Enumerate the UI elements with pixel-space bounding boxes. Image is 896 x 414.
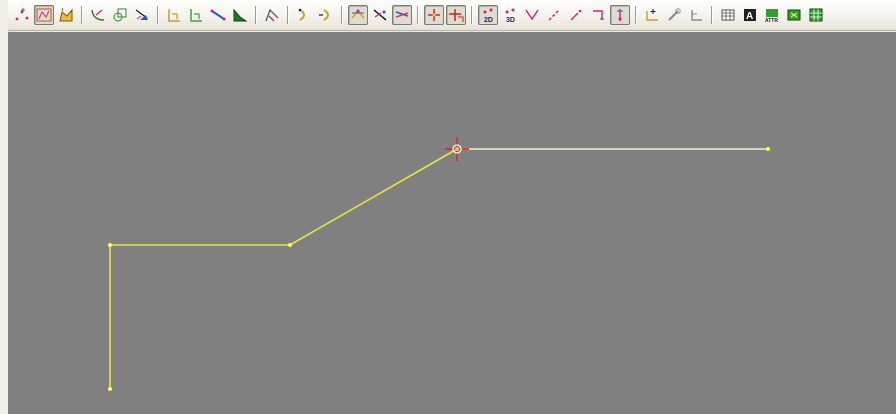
rectangle-tool[interactable] [164, 5, 184, 25]
line-segment-icon [210, 7, 226, 23]
attributes-tool[interactable]: ATTR [762, 5, 782, 25]
pen-tool[interactable] [664, 5, 684, 25]
svg-text:3D: 3D [506, 17, 515, 23]
grid-tool[interactable] [806, 5, 826, 25]
insert-vertex-icon [612, 7, 628, 23]
snap-line-icon [394, 7, 410, 23]
digitize-curve-tool[interactable] [88, 5, 108, 25]
edit-vertices-icon [134, 7, 150, 23]
select-by-attribute-tool[interactable] [784, 5, 804, 25]
rectangle-icon [166, 7, 182, 23]
add-node-tool[interactable] [642, 5, 662, 25]
line-trim-icon [568, 7, 584, 23]
mode-3d-tool[interactable]: 3D [500, 5, 520, 25]
vertex-marker[interactable] [288, 243, 292, 247]
polyline-yellow-path[interactable] [109, 148, 458, 389]
points-icon [14, 7, 30, 23]
svg-text:A: A [746, 11, 753, 22]
snap-vertex-icon [372, 7, 388, 23]
freehand-icon [112, 7, 128, 23]
mode-2d-icon: 2D [480, 7, 496, 23]
edit-vertices-tool[interactable] [132, 5, 152, 25]
polygon-icon [58, 7, 74, 23]
close-shape-icon [296, 7, 312, 23]
arc-icon [264, 7, 280, 23]
editing-toolbar: 2D 3D A ATTR [8, 0, 896, 31]
mode-2d-tool[interactable]: 2D [478, 5, 498, 25]
label-tool[interactable]: A [740, 5, 760, 25]
snap-to-vertex-tool[interactable] [370, 5, 390, 25]
select-attribute-icon [786, 7, 802, 23]
polyline-feature[interactable] [108, 147, 770, 391]
polyline-icon [36, 7, 52, 23]
crosshair-offset-tool[interactable] [446, 5, 466, 25]
table-icon [720, 7, 736, 23]
digitize-polygon-tool[interactable] [56, 5, 76, 25]
add-node-icon [644, 7, 660, 23]
label-a-icon: A [742, 7, 758, 23]
angle-icon [688, 7, 704, 23]
toolbar-separator [471, 6, 473, 24]
toolbar-separator [711, 6, 713, 24]
vertex-marker[interactable] [108, 387, 112, 391]
attributes-icon: ATTR [764, 7, 780, 23]
digitize-points-tool[interactable] [12, 5, 32, 25]
pen-icon [666, 7, 682, 23]
vertex-join-icon [524, 7, 540, 23]
crosshair-cursor-icon [445, 137, 469, 161]
toolbar-separator [341, 6, 343, 24]
toolbar-separator [81, 6, 83, 24]
vertex-marker[interactable] [766, 147, 770, 151]
line-segment-tool[interactable] [208, 5, 228, 25]
grid-icon [808, 7, 824, 23]
toolbar-separator [287, 6, 289, 24]
rotated-rectangle-icon [188, 7, 204, 23]
line-extend-tool[interactable] [544, 5, 564, 25]
toolbar-separator [157, 6, 159, 24]
corner-tool[interactable] [588, 5, 608, 25]
map-canvas[interactable] [8, 32, 896, 414]
open-shape-icon [318, 7, 334, 23]
crosshair-tool[interactable] [424, 5, 444, 25]
toolbar-separator [255, 6, 257, 24]
open-shape-tool[interactable] [316, 5, 336, 25]
close-shape-tool[interactable] [294, 5, 314, 25]
toolbar-separator [417, 6, 419, 24]
curve-icon [90, 7, 106, 23]
line-extend-icon [546, 7, 562, 23]
attribute-table-tool[interactable] [718, 5, 738, 25]
digitize-freehand-tool[interactable] [110, 5, 130, 25]
snap-to-line-tool[interactable] [392, 5, 412, 25]
arc-tool[interactable] [262, 5, 282, 25]
toolbar-separator [635, 6, 637, 24]
vertex-marker[interactable] [108, 243, 112, 247]
fill-area-icon [232, 7, 248, 23]
digitize-polyline-tool[interactable] [34, 5, 54, 25]
corner-icon [590, 7, 606, 23]
crosshair-icon [426, 7, 442, 23]
snap-to-feature-tool[interactable] [348, 5, 368, 25]
insert-vertex-tool[interactable] [610, 5, 630, 25]
rectangle-rotated-tool[interactable] [186, 5, 206, 25]
vertex-join-tool[interactable] [522, 5, 542, 25]
svg-text:2D: 2D [484, 17, 493, 23]
crosshair-offset-icon [448, 7, 464, 23]
snap-feature-icon [350, 7, 366, 23]
drawing-surface[interactable] [8, 32, 896, 414]
line-trim-tool[interactable] [566, 5, 586, 25]
svg-text:ATTR: ATTR [765, 18, 778, 23]
fill-area-tool[interactable] [230, 5, 250, 25]
mode-3d-icon: 3D [502, 7, 518, 23]
angle-tool[interactable] [686, 5, 706, 25]
app-window: 2D 3D A ATTR [0, 0, 896, 414]
